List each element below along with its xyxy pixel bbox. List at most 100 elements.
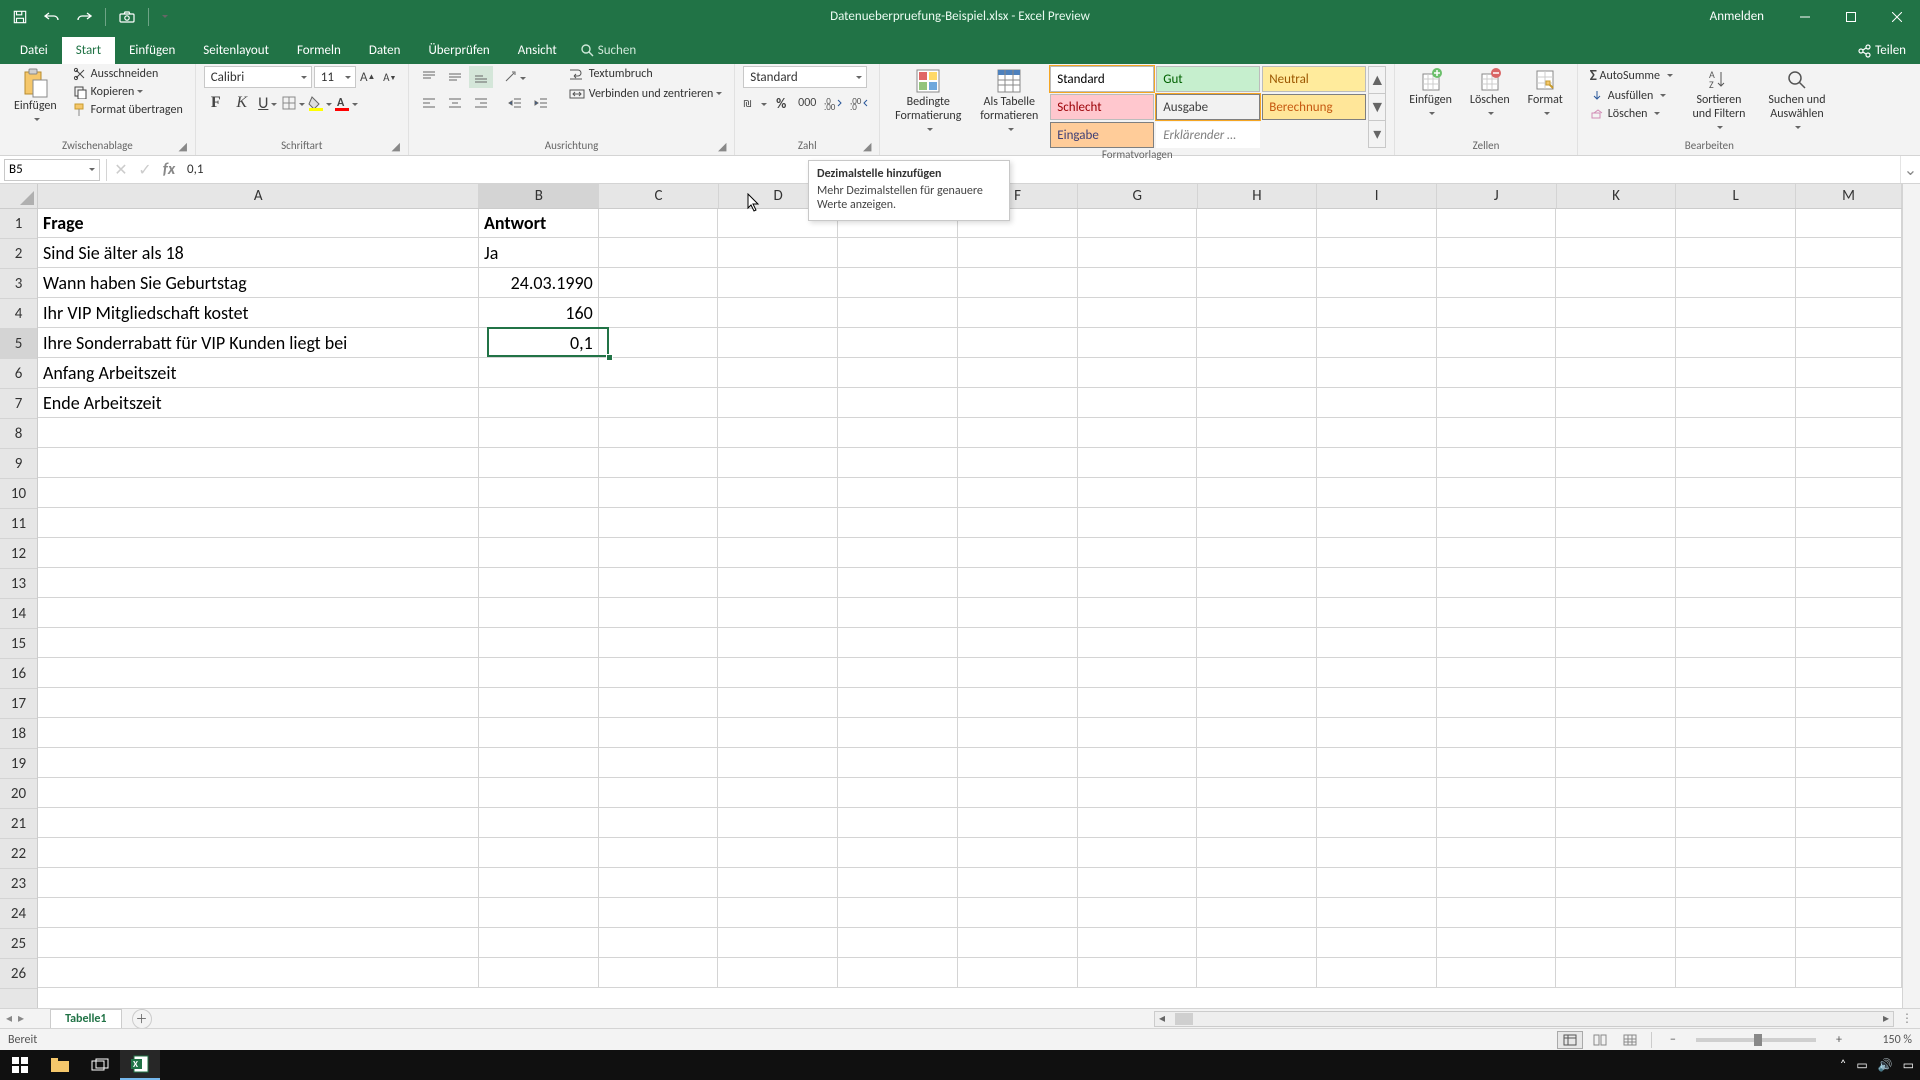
merge-center-button[interactable]: Verbinden und zentrieren [565,86,727,102]
cell[interactable] [1197,538,1317,568]
cell[interactable] [838,808,958,838]
cell[interactable] [838,628,958,658]
cell[interactable] [1437,688,1557,718]
increase-indent-icon[interactable] [529,92,553,114]
cell[interactable] [479,808,599,838]
tab-datei[interactable]: Datei [6,37,62,64]
cell[interactable] [838,748,958,778]
conditional-formatting-button[interactable]: Bedingte Formatierung [888,66,968,139]
cell[interactable] [1437,238,1557,268]
cell[interactable] [599,328,719,358]
cell[interactable] [718,688,838,718]
decrease-indent-icon[interactable] [503,92,527,114]
cell[interactable] [958,898,1078,928]
cell[interactable] [958,568,1078,598]
cell[interactable] [1676,268,1796,298]
cell[interactable] [599,418,719,448]
align-bottom-icon[interactable] [469,66,493,88]
cell[interactable] [38,658,479,688]
cell[interactable] [1197,718,1317,748]
zoom-out-icon[interactable]: − [1660,1031,1686,1049]
row-header[interactable]: 18 [0,719,37,749]
cell[interactable] [599,718,719,748]
cell[interactable] [1796,209,1902,238]
cell[interactable] [958,628,1078,658]
cell[interactable] [1556,928,1676,958]
add-sheet-button[interactable]: ＋ [132,1009,152,1029]
cell[interactable] [1437,209,1557,238]
cell[interactable] [718,718,838,748]
cell[interactable] [38,718,479,748]
cell[interactable] [718,838,838,868]
cell[interactable] [479,718,599,748]
align-top-icon[interactable] [417,66,441,88]
cell[interactable] [599,898,719,928]
cell[interactable] [1437,298,1557,328]
normal-view-icon[interactable] [1557,1031,1583,1049]
cell[interactable] [718,388,838,418]
cell[interactable] [1676,958,1796,988]
cell[interactable] [718,418,838,448]
cell-style-standard[interactable]: Standard [1050,66,1154,92]
zoom-slider[interactable] [1696,1038,1816,1042]
cell[interactable] [838,448,958,478]
font-dialog-launcher[interactable]: ◢ [390,140,402,152]
cell[interactable] [1197,868,1317,898]
cell[interactable] [1437,358,1557,388]
worksheet-grid[interactable]: 1234567891011121314151617181920212223242… [0,184,1920,1008]
decrease-decimal-icon[interactable]: ,00,0 [847,92,871,114]
cell[interactable] [1796,238,1902,268]
cell[interactable] [479,868,599,898]
cell-style-gut[interactable]: Gut [1156,66,1260,92]
cell[interactable] [38,838,479,868]
cell[interactable] [1078,808,1198,838]
row-header[interactable]: 11 [0,509,37,539]
cell[interactable]: Ihre Sonderrabatt für VIP Kunden liegt b… [38,328,479,358]
file-explorer-icon[interactable] [40,1050,80,1080]
cell[interactable] [958,268,1078,298]
cell[interactable] [1676,209,1796,238]
accounting-format-icon[interactable]: ₪ [743,92,767,114]
cell[interactable] [1676,598,1796,628]
column-header[interactable]: G [1078,184,1198,208]
delete-cells-button[interactable]: Löschen [1464,66,1516,124]
cell[interactable] [1556,598,1676,628]
fx-icon[interactable]: fx [157,160,181,179]
cell[interactable] [1556,358,1676,388]
cell[interactable] [38,508,479,538]
cell[interactable] [1796,508,1902,538]
cell[interactable] [1556,209,1676,238]
cell[interactable] [1197,268,1317,298]
cell[interactable] [958,478,1078,508]
cell[interactable] [599,448,719,478]
row-header[interactable]: 7 [0,389,37,419]
row-header[interactable]: 17 [0,689,37,719]
cell[interactable] [1437,868,1557,898]
formula-input[interactable]: 0,1 [181,162,1900,177]
expand-formula-bar-icon[interactable]: ⌄ [1900,156,1920,183]
cell[interactable] [479,928,599,958]
cell[interactable] [718,628,838,658]
cell[interactable] [1078,718,1198,748]
cell[interactable] [1796,448,1902,478]
cell[interactable] [1197,388,1317,418]
cell[interactable] [1796,568,1902,598]
autosum-button[interactable]: Σ AutoSumme [1586,66,1677,86]
cell[interactable] [1676,898,1796,928]
cell[interactable] [1197,808,1317,838]
zoom-in-icon[interactable]: + [1826,1031,1852,1049]
cell[interactable]: Antwort [479,209,599,238]
font-name-dropdown[interactable]: Calibri [204,66,312,88]
clear-button[interactable]: Löschen [1586,106,1677,122]
cell[interactable] [599,568,719,598]
cell[interactable] [599,838,719,868]
cell[interactable] [1078,388,1198,418]
sheet-tab[interactable]: Tabelle1 [50,1009,121,1028]
wrap-text-button[interactable]: Textumbruch [565,66,727,82]
cell[interactable] [1078,268,1198,298]
grow-font-icon[interactable]: A▲ [358,66,378,88]
row-header[interactable]: 6 [0,359,37,389]
cell[interactable] [718,778,838,808]
cell[interactable] [1796,538,1902,568]
cell[interactable] [599,808,719,838]
